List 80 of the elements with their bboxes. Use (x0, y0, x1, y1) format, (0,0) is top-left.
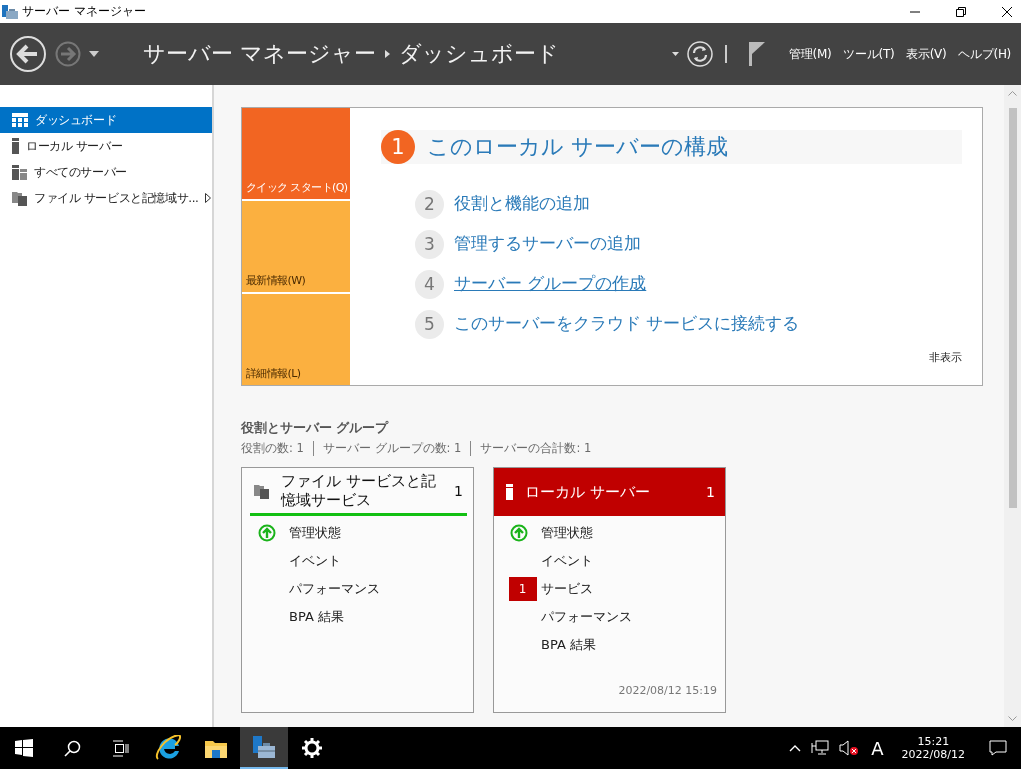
clock[interactable]: 15:21 2022/08/12 (901, 735, 965, 761)
step-link[interactable]: このサーバーをクラウド サービスに接続する (454, 313, 800, 335)
task-view-icon (111, 739, 129, 757)
server-icon (12, 138, 19, 154)
role-tile[interactable]: ローカル サーバー 1 管理状態 イベント 1 サービス パフォーマンス BPA 結果 2022/08/12 15:19 (493, 467, 726, 713)
step-number: 5 (415, 309, 444, 339)
tile-row[interactable]: パフォーマンス (541, 608, 632, 626)
menu-item[interactable]: ヘルプ(H) (958, 45, 1011, 63)
tile-row[interactable]: 管理状態 (541, 524, 593, 542)
breadcrumb-item[interactable]: サーバー マネージャー (143, 39, 376, 69)
scrollbar-thumb[interactable] (1008, 108, 1017, 508)
restore-icon[interactable] (955, 5, 967, 18)
back-icon[interactable] (9, 35, 47, 73)
window-title: サーバー マネージャー (22, 3, 146, 20)
gear-icon (302, 738, 322, 758)
sidebar-item[interactable]: ファイル サービスと記憶域サ... (0, 185, 212, 211)
step-link[interactable]: このローカル サーバーの構成 (427, 132, 728, 162)
summary-text: サーバー グループの数: 1 (312, 441, 462, 456)
menu-item[interactable]: 管理(M) (789, 45, 832, 63)
toolbox-server-icon (253, 736, 275, 758)
scrollbar[interactable] (1004, 85, 1021, 727)
summary-text: サーバーの合計数: 1 (470, 441, 592, 456)
folder-icon (205, 738, 227, 758)
tile-row[interactable]: イベント (541, 552, 593, 570)
breadcrumb-arrow-icon (385, 50, 390, 58)
tile-title: ローカル サーバー (525, 482, 651, 502)
expand-arrow-icon[interactable] (205, 193, 212, 203)
caret-icon[interactable] (672, 52, 680, 56)
step-number: 4 (415, 269, 444, 299)
tile-header[interactable]: ファイル サービスと記憶域サービス 1 (250, 468, 467, 516)
sidebar-item[interactable]: ダッシュボード (0, 107, 212, 133)
alert-badge: 1 (508, 577, 537, 601)
grid-icon (12, 113, 28, 127)
server-icon (506, 484, 513, 500)
speaker-muted-icon[interactable] (839, 740, 860, 756)
flag-icon[interactable] (749, 42, 766, 66)
tile-title: ファイル サービスと記憶域サービス (281, 471, 437, 510)
role-tile[interactable]: ファイル サービスと記憶域サービス 1 管理状態 イベント パフォーマンス BPA 結果 (241, 467, 474, 713)
step-link[interactable]: サーバー グループの作成 (454, 273, 647, 295)
caret-icon[interactable] (89, 51, 99, 57)
section-title: 役割とサーバー グループ (241, 420, 390, 437)
quick-start-tab[interactable]: 詳細情報(L) (242, 294, 350, 385)
tile-count: 1 (454, 482, 463, 499)
folder-server-icon (254, 482, 269, 499)
tile-row[interactable]: BPA 結果 (289, 608, 344, 626)
refresh-icon[interactable] (687, 41, 714, 67)
menu-item[interactable]: 表示(V) (906, 45, 947, 63)
tile-row[interactable]: BPA 結果 (541, 636, 596, 654)
menu-item[interactable]: ツール(T) (843, 45, 895, 63)
close-icon[interactable] (1001, 5, 1013, 18)
tile-row[interactable]: サービス (541, 580, 593, 598)
tile-row[interactable]: パフォーマンス (289, 580, 380, 598)
step-link[interactable]: 役割と機能の追加 (454, 193, 590, 215)
tile-count: 1 (706, 484, 715, 500)
step-link[interactable]: 管理するサーバーの追加 (454, 233, 641, 255)
tile-header[interactable]: ローカル サーバー 1 (494, 468, 725, 516)
notification-icon[interactable] (989, 740, 1007, 756)
sidebar-item[interactable]: すべてのサーバー (0, 159, 212, 185)
step-number: 2 (415, 189, 444, 219)
tile-row[interactable]: 管理状態 (289, 524, 341, 542)
network-icon[interactable] (811, 740, 830, 756)
search-icon (63, 739, 81, 757)
timestamp: 2022/08/12 15:19 (617, 684, 718, 699)
step-number: 3 (415, 229, 444, 259)
breadcrumb-item: ダッシュボード (399, 40, 559, 68)
quick-start-tab[interactable]: 最新情報(W) (242, 201, 350, 292)
servers-icon (12, 164, 27, 180)
step-number: 1 (381, 130, 415, 164)
sidebar-item[interactable]: ローカル サーバー (0, 133, 212, 159)
status-up-icon (509, 524, 528, 542)
browser-e-icon (155, 735, 181, 761)
tile-row[interactable]: イベント (289, 552, 341, 570)
status-up-icon (257, 524, 276, 542)
app-icon (2, 4, 18, 19)
windows-logo-icon (15, 739, 33, 757)
chevron-up-icon[interactable] (789, 744, 802, 752)
ime-indicator[interactable]: A (871, 737, 884, 759)
summary-text: 役割の数: 1 (241, 441, 304, 456)
folder-server-icon (12, 190, 27, 206)
hide-link[interactable]: 非表示 (929, 350, 962, 365)
